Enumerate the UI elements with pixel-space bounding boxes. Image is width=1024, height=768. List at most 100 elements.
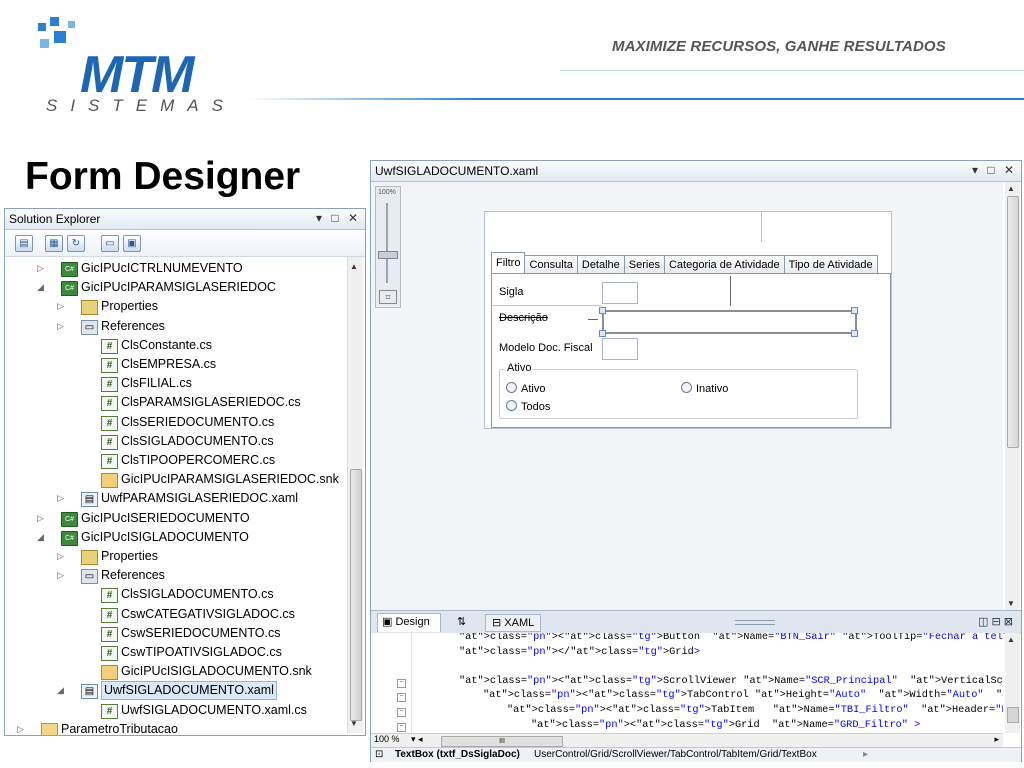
resize-handle[interactable] [851, 307, 858, 314]
design-view-tab[interactable]: ▣ Design [377, 613, 441, 632]
zoom-slider[interactable]: 100% ⌗ [375, 186, 401, 308]
tree-item-label: Properties [101, 299, 158, 314]
descricao-textbox-selected[interactable] [602, 310, 857, 334]
swap-panes-button[interactable]: ⇅ [457, 614, 466, 630]
resize-handle[interactable] [851, 330, 858, 337]
document-outline-icon[interactable]: ⊡ [375, 748, 383, 762]
modelo-textbox[interactable] [602, 338, 638, 360]
tree-item[interactable]: # ClsSIGLADOCUMENTO.cs [5, 432, 345, 451]
tree-item[interactable]: # ClsPARAMSIGLASERIEDOC.cs [5, 393, 345, 412]
canvas-vertical-scrollbar[interactable]: ▲ ▼ [1005, 182, 1020, 610]
tab-item[interactable]: Detalhe [576, 255, 625, 274]
tree-item[interactable]: ▷ ParametroTributacao [5, 720, 345, 735]
code-line[interactable]: "at">class="pn"><"at">class="tg">TabItem… [507, 704, 1003, 716]
guide-line [492, 305, 602, 306]
tab-item[interactable]: Series [623, 255, 665, 274]
properties-toolbar-icon[interactable]: ▤ [15, 235, 33, 252]
fit-to-window-icon[interactable]: ⌗ [379, 290, 397, 304]
fold-toggle-icon[interactable]: − [397, 722, 406, 732]
zoom-slider-thumb[interactable] [378, 251, 398, 259]
tree-item[interactable]: GicIPUcIPARAMSIGLASERIEDOC.snk [5, 470, 345, 489]
tree-item[interactable]: # UwfSIGLADOCUMENTO.xaml.cs [5, 701, 345, 720]
hscroll-thumb[interactable]: III [441, 736, 563, 747]
window-controls[interactable]: ▾ □ ✕ [316, 211, 361, 225]
zoom-dropdown-icon[interactable]: ▾ ◂ [411, 734, 423, 745]
tree-item[interactable]: ▷ ▤ UwfPARAMSIGLASERIEDOC.xaml [5, 489, 345, 508]
snk-file-icon [101, 473, 118, 489]
radio-todos[interactable]: Todos [506, 400, 550, 413]
xaml-view-tab[interactable]: ⊟ XAML [485, 614, 542, 632]
tree-item[interactable]: ▷ ▭ References [5, 566, 345, 585]
tree-item[interactable]: ▷ C# GicIPUcISERIEDOCUMENTO [5, 509, 345, 528]
tree-item[interactable]: # ClsFILIAL.cs [5, 374, 345, 393]
tree-item[interactable]: GicIPUcISIGLADOCUMENTO.snk [5, 662, 345, 681]
expander-icon[interactable]: ◢ [57, 681, 67, 700]
tree-item[interactable]: ◢ C# GicIPUcIPARAMSIGLASERIEDOC [5, 278, 345, 297]
expander-icon[interactable]: ▷ [37, 509, 47, 528]
radio-inativo[interactable]: Inativo [681, 382, 728, 395]
radio-ativo[interactable]: Ativo [506, 382, 545, 395]
tree-item-label: ParametroTributacao [61, 721, 178, 735]
code-line[interactable]: "at">class="pn"><"at">class="tg">TabCont… [483, 689, 1003, 701]
code-line[interactable]: "at">class="pn"><"at">class="tg">Grid "a… [531, 719, 920, 731]
expander-icon[interactable]: ▷ [57, 297, 67, 316]
code-line[interactable]: "at">class="pn"><"at">class="tg">Button … [459, 633, 1003, 643]
window-controls[interactable]: ▾ □ ✕ [972, 163, 1017, 177]
tree-item[interactable]: ▷ ▭ References [5, 317, 345, 336]
scroll-right-icon[interactable]: ▸ [994, 734, 999, 745]
tab-filtro[interactable]: Filtro [491, 252, 526, 274]
fold-toggle-icon[interactable]: − [397, 708, 406, 717]
scrollbar-thumb[interactable] [1007, 196, 1019, 448]
tab-item[interactable]: Categoria de Atividade [663, 255, 785, 274]
resize-handle[interactable] [599, 330, 606, 337]
document-tab-title[interactable]: UwfSIGLADOCUMENTO.xaml [375, 164, 538, 178]
tree-item[interactable]: # ClsSERIEDOCUMENTO.cs [5, 413, 345, 432]
tab-item[interactable]: Consulta [524, 255, 578, 274]
code-line[interactable]: "at">class="pn"></"at">class="tg">Grid> [459, 646, 700, 658]
fold-toggle-icon[interactable]: − [397, 678, 406, 688]
scrollbar-thumb[interactable] [350, 469, 362, 721]
expander-icon[interactable]: ◢ [37, 278, 47, 297]
selected-element[interactable]: TextBox (txtf_DsSiglaDoc) [395, 748, 520, 762]
show-all-files-icon[interactable]: ▦ [45, 235, 63, 252]
view-designer-icon[interactable]: ▣ [123, 235, 141, 252]
fold-toggle-icon[interactable]: − [397, 693, 406, 703]
project-icon: C# [61, 281, 78, 297]
xaml-code-editor[interactable]: "at">class="pn"><"at">class="tg">Button … [371, 633, 1003, 733]
expander-icon[interactable]: ▷ [57, 547, 67, 566]
splitter-grip[interactable] [735, 620, 775, 625]
expander-icon[interactable]: ▷ [37, 259, 47, 278]
element-path[interactable]: UserControl/Grid/ScrollViewer/TabControl… [534, 748, 817, 762]
tree-item[interactable]: # ClsEMPRESA.cs [5, 355, 345, 374]
sigla-textbox[interactable] [602, 282, 638, 304]
code-line[interactable]: "at">class="pn"><"at">class="tg">ScrollV… [459, 675, 1003, 687]
tree-item[interactable]: ◢ ▤ UwfSIGLADOCUMENTO.xaml [5, 681, 345, 701]
tree-item[interactable]: ▷ Properties [5, 547, 345, 566]
scrollbar-thumb[interactable] [1007, 707, 1019, 723]
tree-item[interactable]: # CswTIPOATIVSIGLADOC.cs [5, 643, 345, 662]
tree-item[interactable]: # ClsSIGLADOCUMENTO.cs [5, 585, 345, 604]
pane-layout-icons[interactable]: ◫ ⊟ ⊠ [978, 615, 1013, 628]
code-vertical-scrollbar[interactable]: ▲ [1005, 633, 1020, 733]
resize-handle[interactable] [599, 307, 606, 314]
tree-item[interactable]: # CswSERIEDOCUMENTO.cs [5, 624, 345, 643]
view-code-icon[interactable]: ▭ [101, 235, 119, 252]
xaml-tab-label: XAML [504, 617, 535, 629]
vertical-scrollbar[interactable]: ▲ ▼ [347, 257, 363, 733]
horizontal-scrollbar[interactable]: 100 % ▾ ◂ III ▸ [371, 733, 1003, 748]
expander-icon[interactable]: ▷ [57, 566, 67, 585]
refresh-icon[interactable]: ↻ [67, 235, 85, 252]
expander-icon[interactable]: ▷ [57, 317, 67, 336]
tab-item[interactable]: Tipo de Atividade [783, 255, 878, 274]
design-canvas[interactable]: 100% ⌗ Filtro Consulta Detalhe Series Catego… [371, 182, 1003, 610]
tree-item[interactable]: # CswCATEGATIVSIGLADOC.cs [5, 605, 345, 624]
expander-icon[interactable]: ▷ [17, 720, 27, 735]
zoom-select[interactable]: 100 % [374, 734, 400, 744]
tree-item[interactable]: # ClsConstante.cs [5, 336, 345, 355]
tree-item[interactable]: ▷ Properties [5, 297, 345, 316]
tree-item[interactable]: ◢ C# GicIPUcISIGLADOCUMENTO [5, 528, 345, 547]
expander-icon[interactable]: ▷ [57, 489, 67, 508]
tree-item[interactable]: ▷ C# GicIPUcICTRLNUMEVENTO [5, 259, 345, 278]
tree-item[interactable]: # ClsTIPOOPERCOMERC.cs [5, 451, 345, 470]
expander-icon[interactable]: ◢ [37, 528, 47, 547]
